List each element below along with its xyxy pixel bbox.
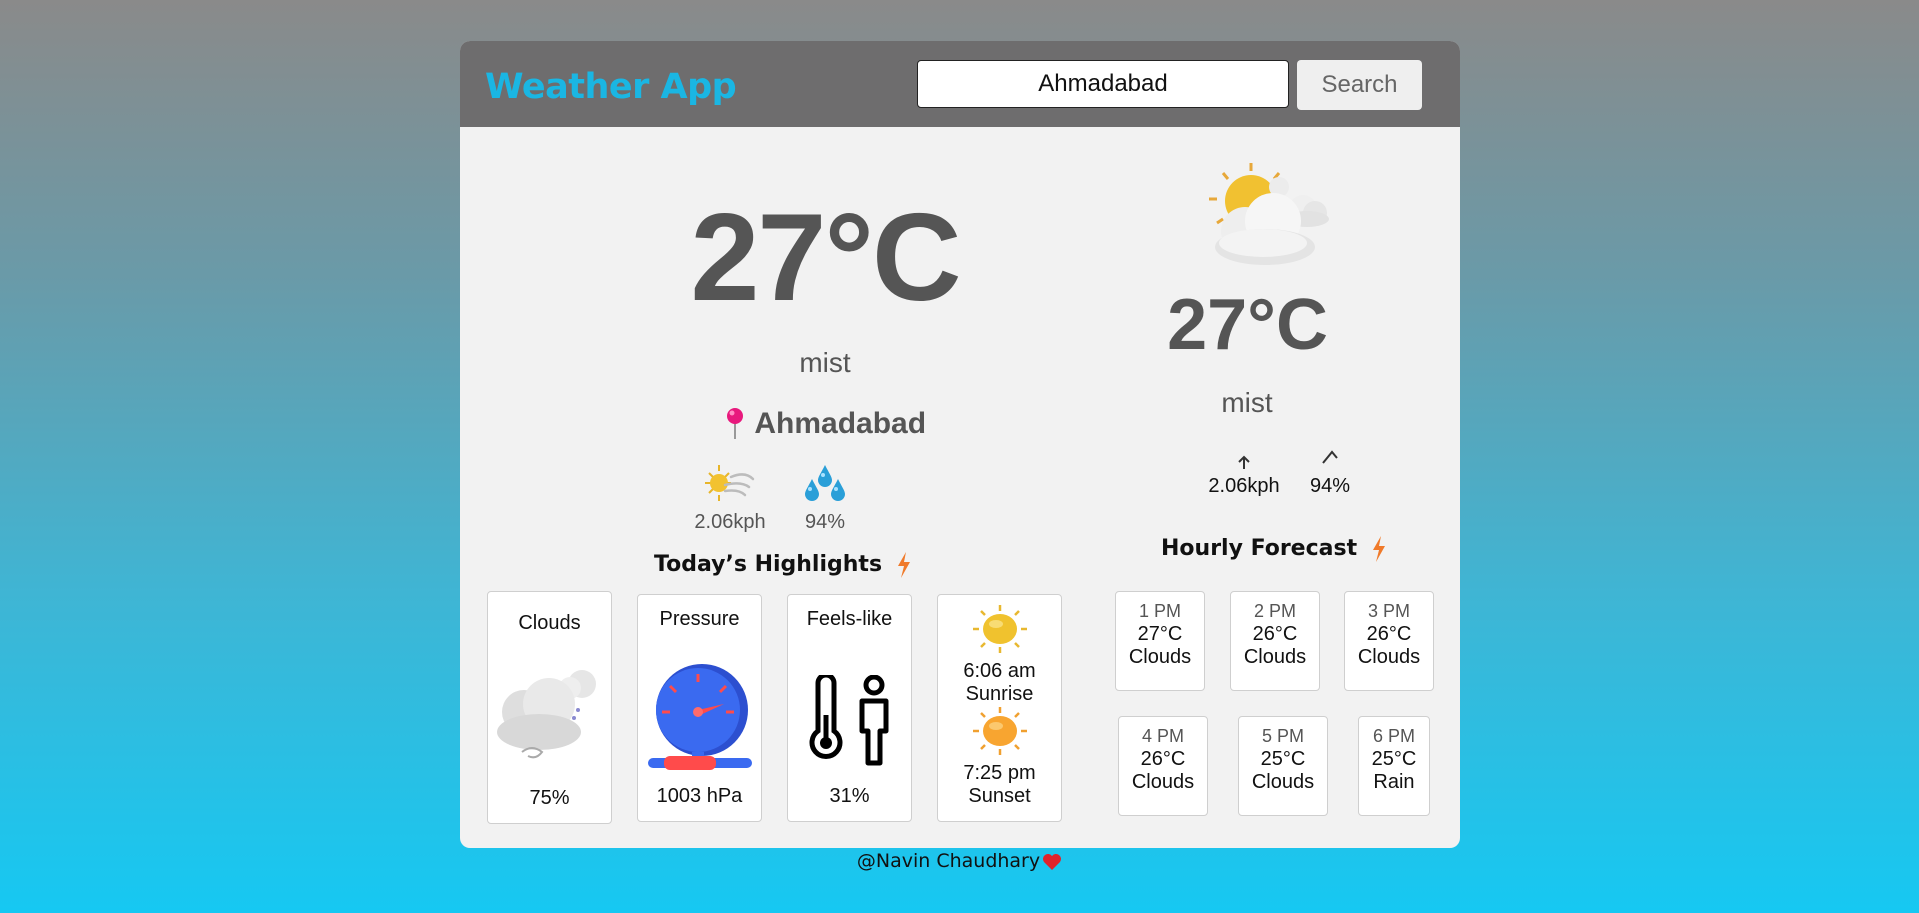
current-temperature: 27°C [690,189,961,327]
hourly-time: 1 PM [1138,601,1181,621]
hourly-card: 1 PM 27°C Clouds [1115,591,1205,691]
hourly-condition: Clouds [1131,771,1195,793]
lightning-bolt-icon [1372,536,1385,562]
pressure-card: Pressure 1003 hPa [637,594,762,822]
hourly-temp: 25°C [1371,748,1417,770]
pressure-gauge-icon [648,664,752,770]
app-title: Weather App [485,67,737,107]
lightning-bolt-icon [897,552,910,578]
sunrise-icon [973,605,1027,653]
humidity-value: 94% [804,511,846,533]
wind-sun-icon [705,465,755,501]
thermometer-person-icon [809,675,889,766]
hourly-time: 3 PM [1367,601,1410,621]
hourly-card: 6 PM 25°C Rain [1358,716,1430,816]
hourly-card: 3 PM 26°C Clouds [1344,591,1434,691]
current-description: mist [799,347,851,378]
highlights-title: Today’s Highlights [654,552,912,578]
pressure-value: 1003 hPa [656,785,743,807]
sunset-label: Sunset [968,785,1031,807]
sunset-time: 7:25 pm [963,762,1036,784]
city-name: Ahmadabad [754,407,927,440]
cloud-icon [497,670,596,759]
hourly-temp: 26°C [1366,623,1412,645]
side-description: mist [1221,387,1273,418]
hourly-time: 4 PM [1141,726,1184,746]
hourly-card: 2 PM 26°C Clouds [1230,591,1320,691]
feels-like-label: Feels-like [806,608,893,630]
feels-like-card: Feels-like 31% [787,594,912,822]
weather-partly-cloudy-icon [1209,163,1329,265]
hourly-temp: 27°C [1137,623,1183,645]
wind-stat: 2.06kph [690,461,770,534]
hourly-title-text: Hourly Forecast [1161,536,1358,561]
water-drops-icon [805,465,845,501]
city-location: Ahmadabad [675,407,975,447]
hourly-temp: 26°C [1252,623,1298,645]
side-wind-stat: 2.06kph [1204,451,1284,498]
clouds-value: 75% [529,787,570,809]
side-wind-value: 2.06kph [1208,475,1280,497]
side-temperature: 27°C [1167,285,1328,365]
heart-icon [1043,853,1062,870]
hourly-temp: 26°C [1140,748,1186,770]
highlights-title-text: Today’s Highlights [654,552,883,577]
hourly-condition: Rain [1373,771,1415,793]
hourly-condition: Clouds [1243,646,1307,668]
side-humidity-stat: 94% [1295,446,1365,498]
hourly-time: 2 PM [1253,601,1296,621]
hourly-card: 5 PM 25°C Clouds [1238,716,1328,816]
hourly-temp: 25°C [1260,748,1306,770]
footer-credit: @Navin Chaudhary [0,850,1919,872]
hourly-condition: Clouds [1128,646,1192,668]
pressure-label: Pressure [659,608,740,630]
sun-times-card: 6:06 am Sunrise 7:25 pm Sunset [937,594,1062,822]
footer-credit-text: @Navin Chaudhary [856,850,1041,872]
hourly-title: Hourly Forecast [1161,536,1387,562]
search-button[interactable]: Search [1297,60,1422,110]
hourly-time: 5 PM [1261,726,1304,746]
humidity-stat: 94% [790,461,860,534]
clouds-card: Clouds 75% [487,591,612,824]
hourly-condition: Clouds [1251,771,1315,793]
feels-like-value: 31% [829,785,870,807]
chevron-up-icon [1322,450,1338,464]
app-header: Weather App Search [460,41,1460,127]
pin-icon [726,408,743,439]
clouds-label: Clouds [518,612,581,634]
wind-value: 2.06kph [694,511,766,533]
sunrise-time: 6:06 am [963,660,1036,682]
hourly-time: 6 PM [1372,726,1415,746]
sunset-icon [973,707,1027,755]
side-humidity-value: 94% [1309,475,1351,497]
arrow-up-icon [1238,455,1250,469]
sunrise-label: Sunrise [965,683,1034,705]
weather-app-panel: Weather App Search 27°C mist Ahmadabad 2… [460,41,1460,848]
hourly-card: 4 PM 26°C Clouds [1118,716,1208,816]
hourly-condition: Clouds [1357,646,1421,668]
search-input[interactable] [917,60,1289,108]
